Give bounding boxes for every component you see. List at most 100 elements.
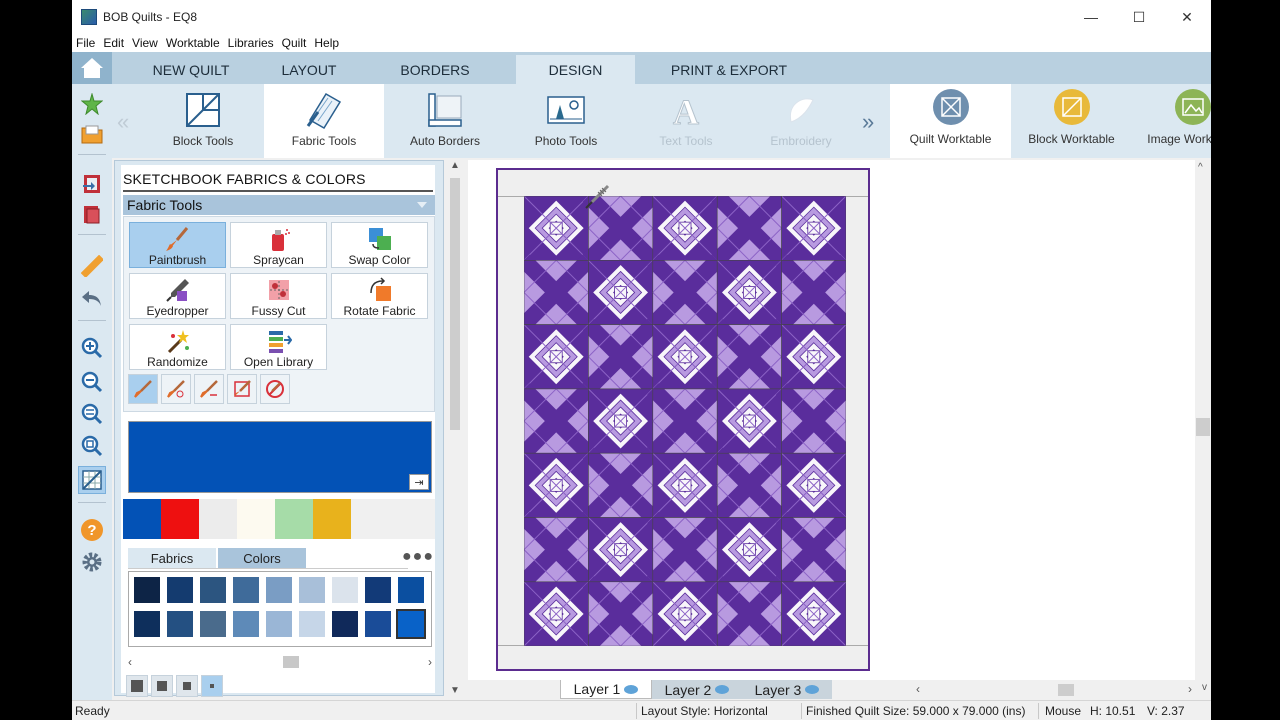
tab-borders[interactable]: BORDERS <box>372 55 498 84</box>
undo-button[interactable] <box>80 286 104 310</box>
settings-button[interactable] <box>80 550 104 574</box>
tab-print-export[interactable]: PRINT & EXPORT <box>662 55 796 84</box>
canvas-hscroll-thumb[interactable] <box>1058 684 1074 696</box>
close-button[interactable]: ✕ <box>1163 0 1211 34</box>
recent-color-swatch[interactable] <box>161 499 199 539</box>
layer-2-visibility-icon[interactable] <box>715 685 730 694</box>
image-worktable-button[interactable]: Image Worktable <box>1132 84 1211 158</box>
quilt-block[interactable] <box>647 511 723 588</box>
quilt-center[interactable] <box>524 196 846 646</box>
quilt-block[interactable] <box>781 452 846 518</box>
quilt-block[interactable] <box>716 259 782 325</box>
scroll-down-icon[interactable]: ▼ <box>450 685 460 696</box>
canvas-vscroll-thumb[interactable] <box>1196 418 1210 436</box>
panel-vertical-scrollbar[interactable]: ▲ ▼ <box>446 160 464 696</box>
recent-color-swatch[interactable] <box>313 499 351 539</box>
tab-colors[interactable]: Colors <box>218 548 306 568</box>
open-library-tool-button[interactable]: Open Library <box>230 324 327 370</box>
menu-view[interactable]: View <box>128 36 162 50</box>
recent-color-swatch[interactable] <box>199 499 237 539</box>
fit-to-worktable-button[interactable] <box>80 402 104 426</box>
quilt-block[interactable] <box>582 576 659 646</box>
quilt-block[interactable] <box>716 517 782 583</box>
quilt-block[interactable] <box>524 196 589 261</box>
canvas-scroll-up-icon[interactable]: ^ <box>1198 162 1203 173</box>
tab-new-quilt[interactable]: NEW QUILT <box>132 55 250 84</box>
panel-scroll-thumb[interactable] <box>450 178 460 430</box>
view-sketchbook-button[interactable] <box>80 202 104 226</box>
randomize-tool-button[interactable]: Randomize <box>129 324 226 370</box>
grid-toggle-button[interactable] <box>78 466 106 494</box>
tab-fabrics[interactable]: Fabrics <box>128 548 216 568</box>
brush-single-patch-button[interactable] <box>128 374 158 404</box>
canvas-scroll-down-icon[interactable]: v <box>1202 682 1207 693</box>
quilt-block[interactable] <box>711 196 788 266</box>
canvas-horizontal-scrollbar[interactable]: ‹ › <box>912 682 1192 698</box>
quilt-block[interactable] <box>582 447 659 524</box>
rotate-fabric-tool-button[interactable]: Rotate Fabric <box>331 273 428 319</box>
swatch-size-small-button[interactable] <box>176 675 198 697</box>
quilt-block[interactable] <box>588 388 654 454</box>
quilt-block[interactable] <box>652 196 718 261</box>
embroidery-button[interactable]: Embroidery <box>746 84 856 158</box>
menu-file[interactable]: File <box>72 36 99 50</box>
new-project-button[interactable] <box>80 92 104 116</box>
quilt-block[interactable] <box>588 259 654 325</box>
palette-color-swatch[interactable] <box>332 611 358 637</box>
palette-color-swatch[interactable] <box>396 609 426 639</box>
help-button[interactable]: ? <box>80 518 104 542</box>
quilt[interactable] <box>496 168 870 671</box>
fabric-tools-section-header[interactable]: Fabric Tools <box>123 195 435 215</box>
palette-color-swatch[interactable] <box>200 611 226 637</box>
tab-design[interactable]: DESIGN <box>516 55 635 84</box>
scroll-up-icon[interactable]: ▲ <box>450 160 460 171</box>
fabric-tools-button[interactable]: Fabric Tools <box>264 84 384 158</box>
ribbon-scroll-left-icon[interactable]: « <box>117 109 129 135</box>
add-to-sketchbook-button[interactable] <box>80 172 104 196</box>
palette-color-swatch[interactable] <box>266 611 292 637</box>
quilt-block[interactable] <box>711 318 788 395</box>
quilt-block[interactable] <box>524 452 589 518</box>
palette-color-swatch[interactable] <box>332 577 358 603</box>
auto-borders-button[interactable]: Auto Borders <box>384 84 506 158</box>
quilt-block[interactable] <box>775 254 846 331</box>
palette-scroll-thumb[interactable] <box>283 656 299 668</box>
quilt-worktable-canvas[interactable] <box>468 160 1195 680</box>
quilt-block[interactable] <box>652 324 718 390</box>
block-tools-button[interactable]: Block Tools <box>142 84 264 158</box>
quilt-block[interactable] <box>711 447 788 524</box>
quilt-block[interactable] <box>711 576 788 646</box>
menu-libraries[interactable]: Libraries <box>224 36 278 50</box>
home-button[interactable] <box>72 52 112 84</box>
palette-color-swatch[interactable] <box>167 611 193 637</box>
quilt-block[interactable] <box>524 324 589 390</box>
quilt-block[interactable] <box>716 388 782 454</box>
paintbrush-tool-button[interactable]: Paintbrush <box>129 222 226 268</box>
ruler-button[interactable] <box>80 254 104 278</box>
brush-alternate-button[interactable] <box>194 374 224 404</box>
recent-color-swatch[interactable] <box>123 499 161 539</box>
palette-color-swatch[interactable] <box>398 577 424 603</box>
palette-color-swatch[interactable] <box>134 611 160 637</box>
quilt-block[interactable] <box>652 581 718 646</box>
menu-quilt[interactable]: Quilt <box>278 36 311 50</box>
layer-2-tab[interactable]: Layer 2 <box>652 680 742 699</box>
layer-3-visibility-icon[interactable] <box>805 685 820 694</box>
quilt-worktable-button[interactable]: Quilt Worktable <box>890 84 1011 158</box>
palette-color-swatch[interactable] <box>299 577 325 603</box>
photo-tools-button[interactable]: Photo Tools <box>506 84 626 158</box>
hscroll-left-icon[interactable]: ‹ <box>916 682 920 696</box>
palette-color-swatch[interactable] <box>365 577 391 603</box>
scroll-right-icon[interactable]: › <box>428 655 432 669</box>
scroll-left-icon[interactable]: ‹ <box>128 655 132 669</box>
recent-color-swatch[interactable] <box>275 499 313 539</box>
quilt-block[interactable] <box>781 196 846 261</box>
swatch-size-large-button[interactable] <box>126 675 148 697</box>
zoom-out-button[interactable] <box>80 370 104 394</box>
zoom-in-button[interactable] <box>80 336 104 360</box>
minimize-button[interactable]: — <box>1067 0 1115 34</box>
palette-horizontal-scrollbar[interactable]: ‹ › <box>128 655 432 669</box>
quilt-block[interactable] <box>775 383 846 459</box>
palette-color-swatch[interactable] <box>167 577 193 603</box>
spraycan-tool-button[interactable]: Spraycan <box>230 222 327 268</box>
